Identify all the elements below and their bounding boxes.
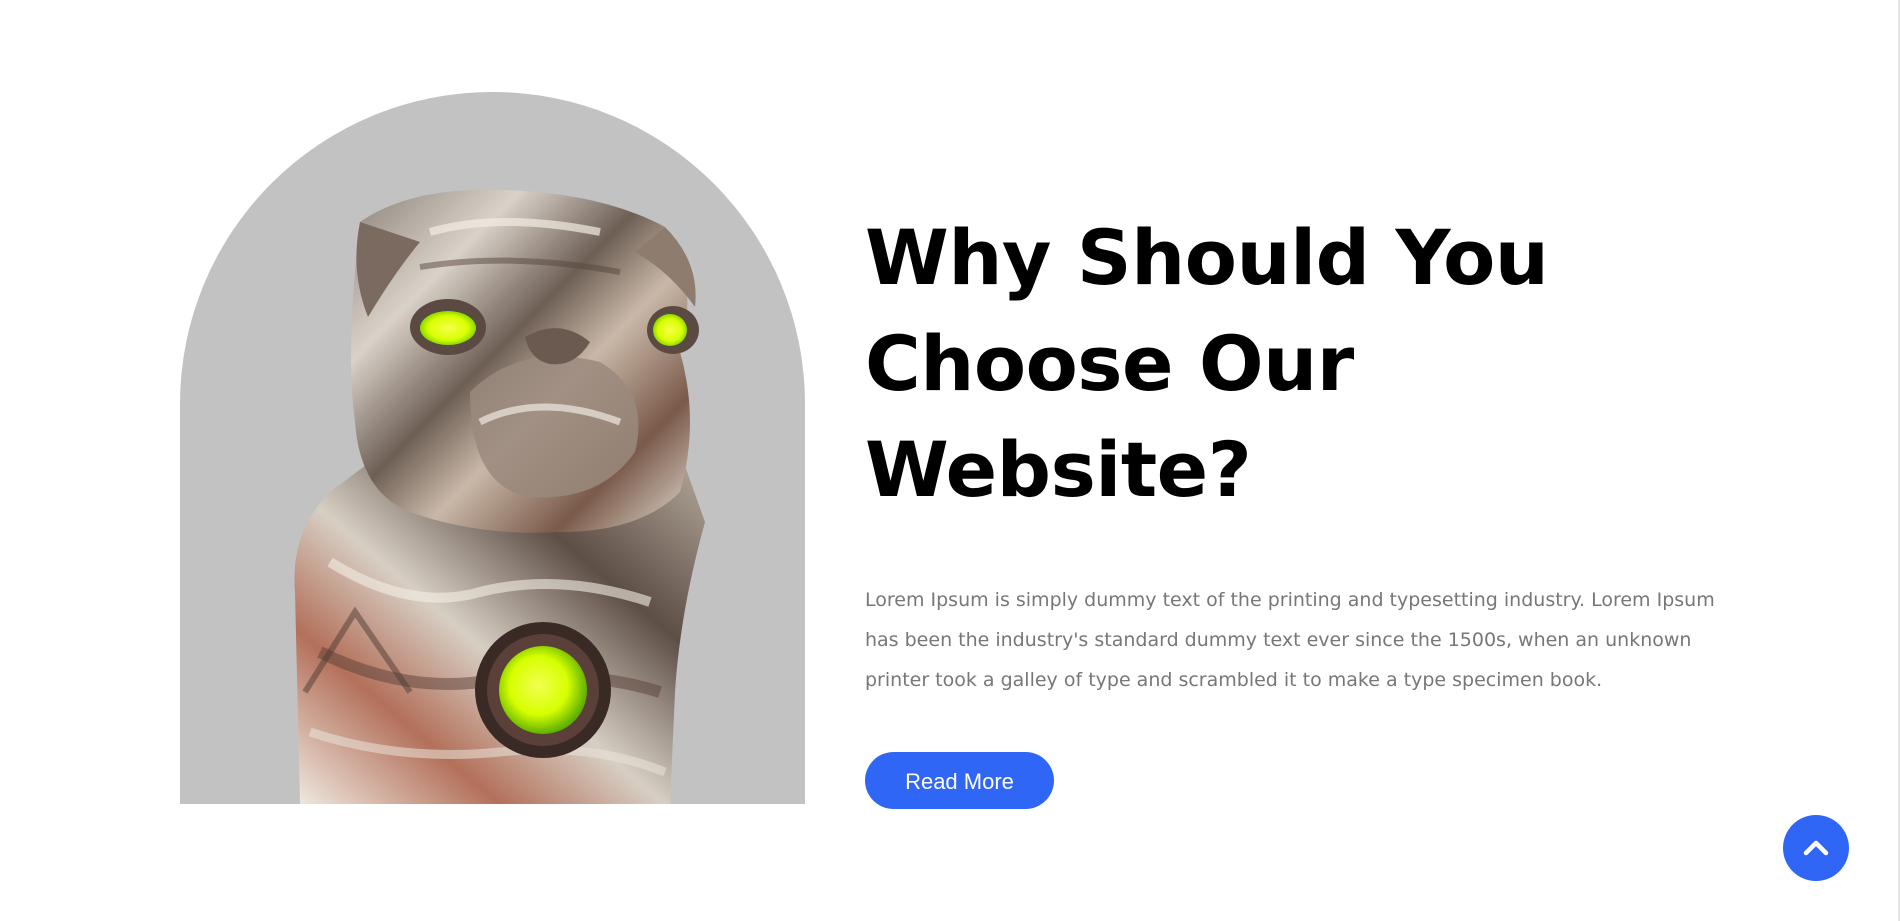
scroll-to-top-button[interactable] xyxy=(1783,815,1849,881)
chevron-up-icon xyxy=(1803,840,1829,856)
section-heading: Why Should You Choose Our Website? xyxy=(865,205,1735,523)
heading-line-2: Choose Our Website? xyxy=(865,319,1354,514)
feature-image xyxy=(180,92,805,804)
page: Why Should You Choose Our Website? Lorem… xyxy=(0,0,1900,921)
heading-line-1: Why Should You xyxy=(865,213,1549,302)
pug-statue-illustration xyxy=(294,189,705,804)
feature-content: Why Should You Choose Our Website? Lorem… xyxy=(865,205,1735,809)
read-more-button[interactable]: Read More xyxy=(865,752,1054,809)
section-description: Lorem Ipsum is simply dummy text of the … xyxy=(865,589,1715,691)
